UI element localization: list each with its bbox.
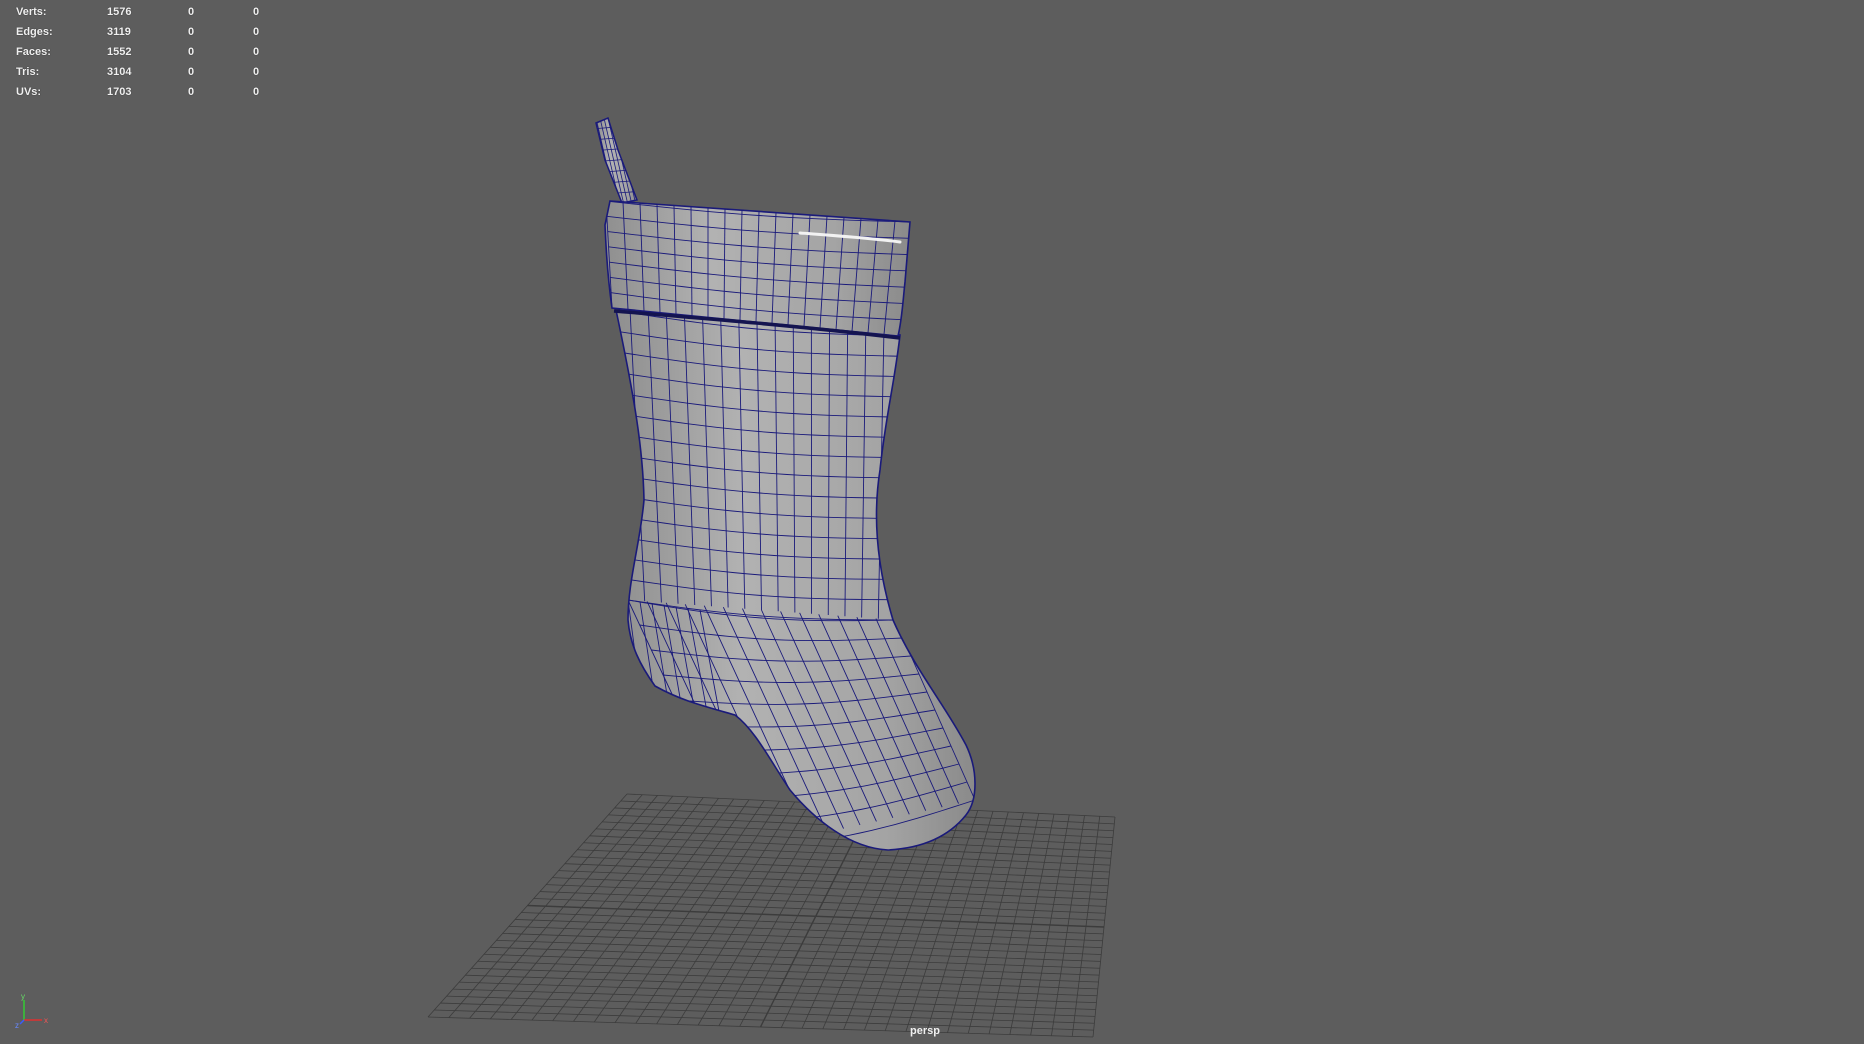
- axis-gizmo: y x z: [15, 992, 48, 1030]
- z-axis-label: z: [15, 1021, 19, 1030]
- x-axis-label: x: [44, 1016, 48, 1025]
- scene-canvas[interactable]: [0, 0, 1864, 1044]
- z-axis-line: [19, 1019, 25, 1025]
- stocking-body[interactable]: [612, 309, 976, 851]
- perspective-viewport[interactable]: Verts: 1576 0 0 Edges: 3119 0 0 Faces: 1…: [0, 0, 1864, 1044]
- y-axis-label: y: [21, 992, 25, 1001]
- camera-name-label: persp: [910, 1025, 940, 1037]
- stocking-mesh[interactable]: [590, 114, 976, 851]
- loop-surface[interactable]: [595, 116, 639, 204]
- stocking-hanging-loop[interactable]: [590, 114, 645, 206]
- ground-grid: [427, 793, 1116, 1038]
